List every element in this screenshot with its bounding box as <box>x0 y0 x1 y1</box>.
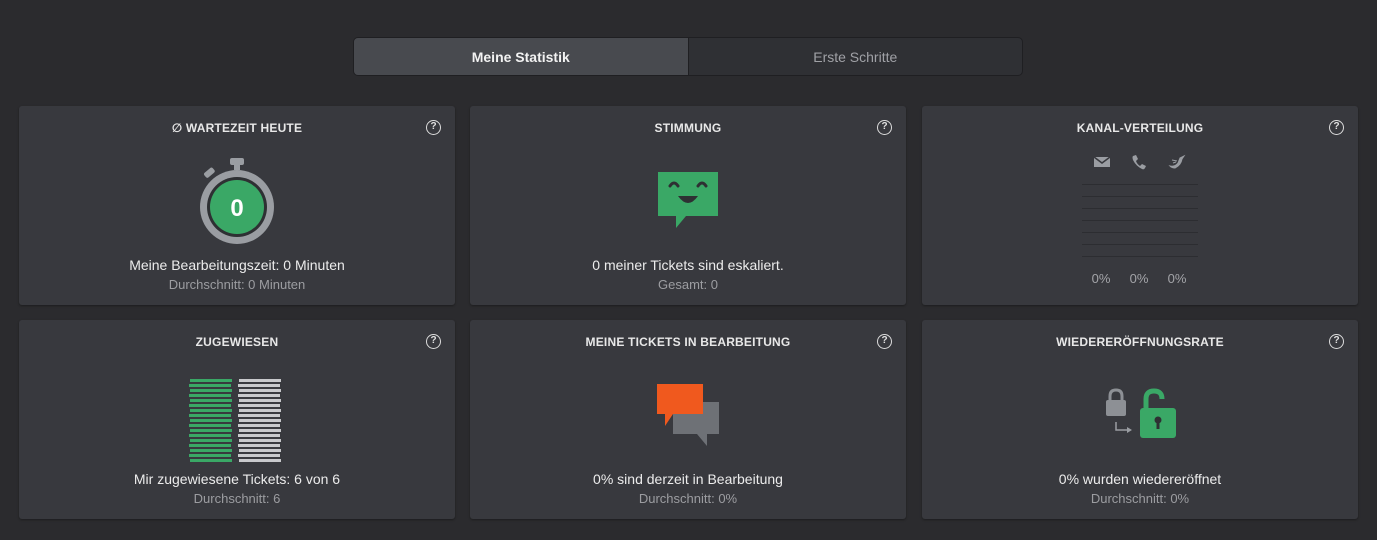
card-wiedereroeffnungsrate: WIEDERERÖFFNUNGSRATE ? 0% wurden wiedere… <box>922 320 1358 519</box>
card-kanal-verteilung: KANAL-VERTEILUNG ? 0% 0% 0% <box>922 106 1358 305</box>
card-main-text: 0% wurden wiedereröffnet <box>1058 471 1222 487</box>
card-title: WIEDERERÖFFNUNGSRATE <box>1056 335 1224 349</box>
card-tickets-in-bearbeitung: MEINE TICKETS IN BEARBEITUNG ? 0% sind d… <box>470 320 906 519</box>
kanal-phone-percent: 0% <box>1129 271 1149 286</box>
card-title: KANAL-VERTEILUNG <box>1076 121 1204 135</box>
happy-chat-icon <box>658 172 718 228</box>
help-icon[interactable]: ? <box>1329 120 1344 135</box>
help-icon[interactable]: ? <box>877 334 892 349</box>
chat-bubbles-icon <box>657 384 719 446</box>
stats-tab-bar: Meine Statistik Erste Schritte <box>353 37 1023 76</box>
card-sub-text: Gesamt: 0 <box>658 277 718 292</box>
card-sub-text: Durchschnitt: 6 <box>193 491 281 506</box>
card-main-text: Meine Bearbeitungszeit: 0 Minuten <box>129 257 345 273</box>
card-sub-text: Durchschnitt: 0 Minuten <box>168 277 306 292</box>
card-wartezeit: ∅ WARTEZEIT HEUTE ? 0 Meine Bearbeitungs… <box>19 106 455 305</box>
card-main-text: Mir zugewiesene Tickets: 6 von 6 <box>133 471 341 487</box>
card-main-text: 0 meiner Tickets sind eskaliert. <box>592 257 784 273</box>
help-icon[interactable]: ? <box>426 120 441 135</box>
kanal-chart-grid <box>1082 184 1198 257</box>
kanal-mail-percent: 0% <box>1091 271 1111 286</box>
card-sub-text: Durchschnitt: 0% <box>638 491 738 506</box>
card-main-text: 0% sind derzeit in Bearbeitung <box>593 471 783 487</box>
mail-icon <box>1093 156 1111 167</box>
twitter-icon <box>1168 154 1186 169</box>
ticket-stacks-icon <box>189 379 281 462</box>
reopen-lock-icon <box>1106 388 1176 438</box>
card-title: ∅ WARTEZEIT HEUTE <box>171 121 303 135</box>
card-sub-text: Durchschnitt: 0% <box>1090 491 1190 506</box>
phone-icon <box>1132 155 1146 170</box>
stopwatch-icon: 0 <box>200 158 274 244</box>
card-title: STIMMUNG <box>654 121 722 135</box>
help-icon[interactable]: ? <box>1329 334 1344 349</box>
card-stimmung: STIMMUNG ? 0 meiner Tickets sind eskalie… <box>470 106 906 305</box>
card-zugewiesen: ZUGEWIESEN ? Mir zugewiesene Tickets: 6 … <box>19 320 455 519</box>
card-title: ZUGEWIESEN <box>195 335 279 349</box>
tab-erste-schritte[interactable]: Erste Schritte <box>689 38 1023 75</box>
kanal-twitter-percent: 0% <box>1167 271 1187 286</box>
wartezeit-value: 0 <box>230 195 243 222</box>
help-icon[interactable]: ? <box>877 120 892 135</box>
card-title: MEINE TICKETS IN BEARBEITUNG <box>585 335 791 349</box>
tab-meine-statistik[interactable]: Meine Statistik <box>354 38 689 75</box>
help-icon[interactable]: ? <box>426 334 441 349</box>
